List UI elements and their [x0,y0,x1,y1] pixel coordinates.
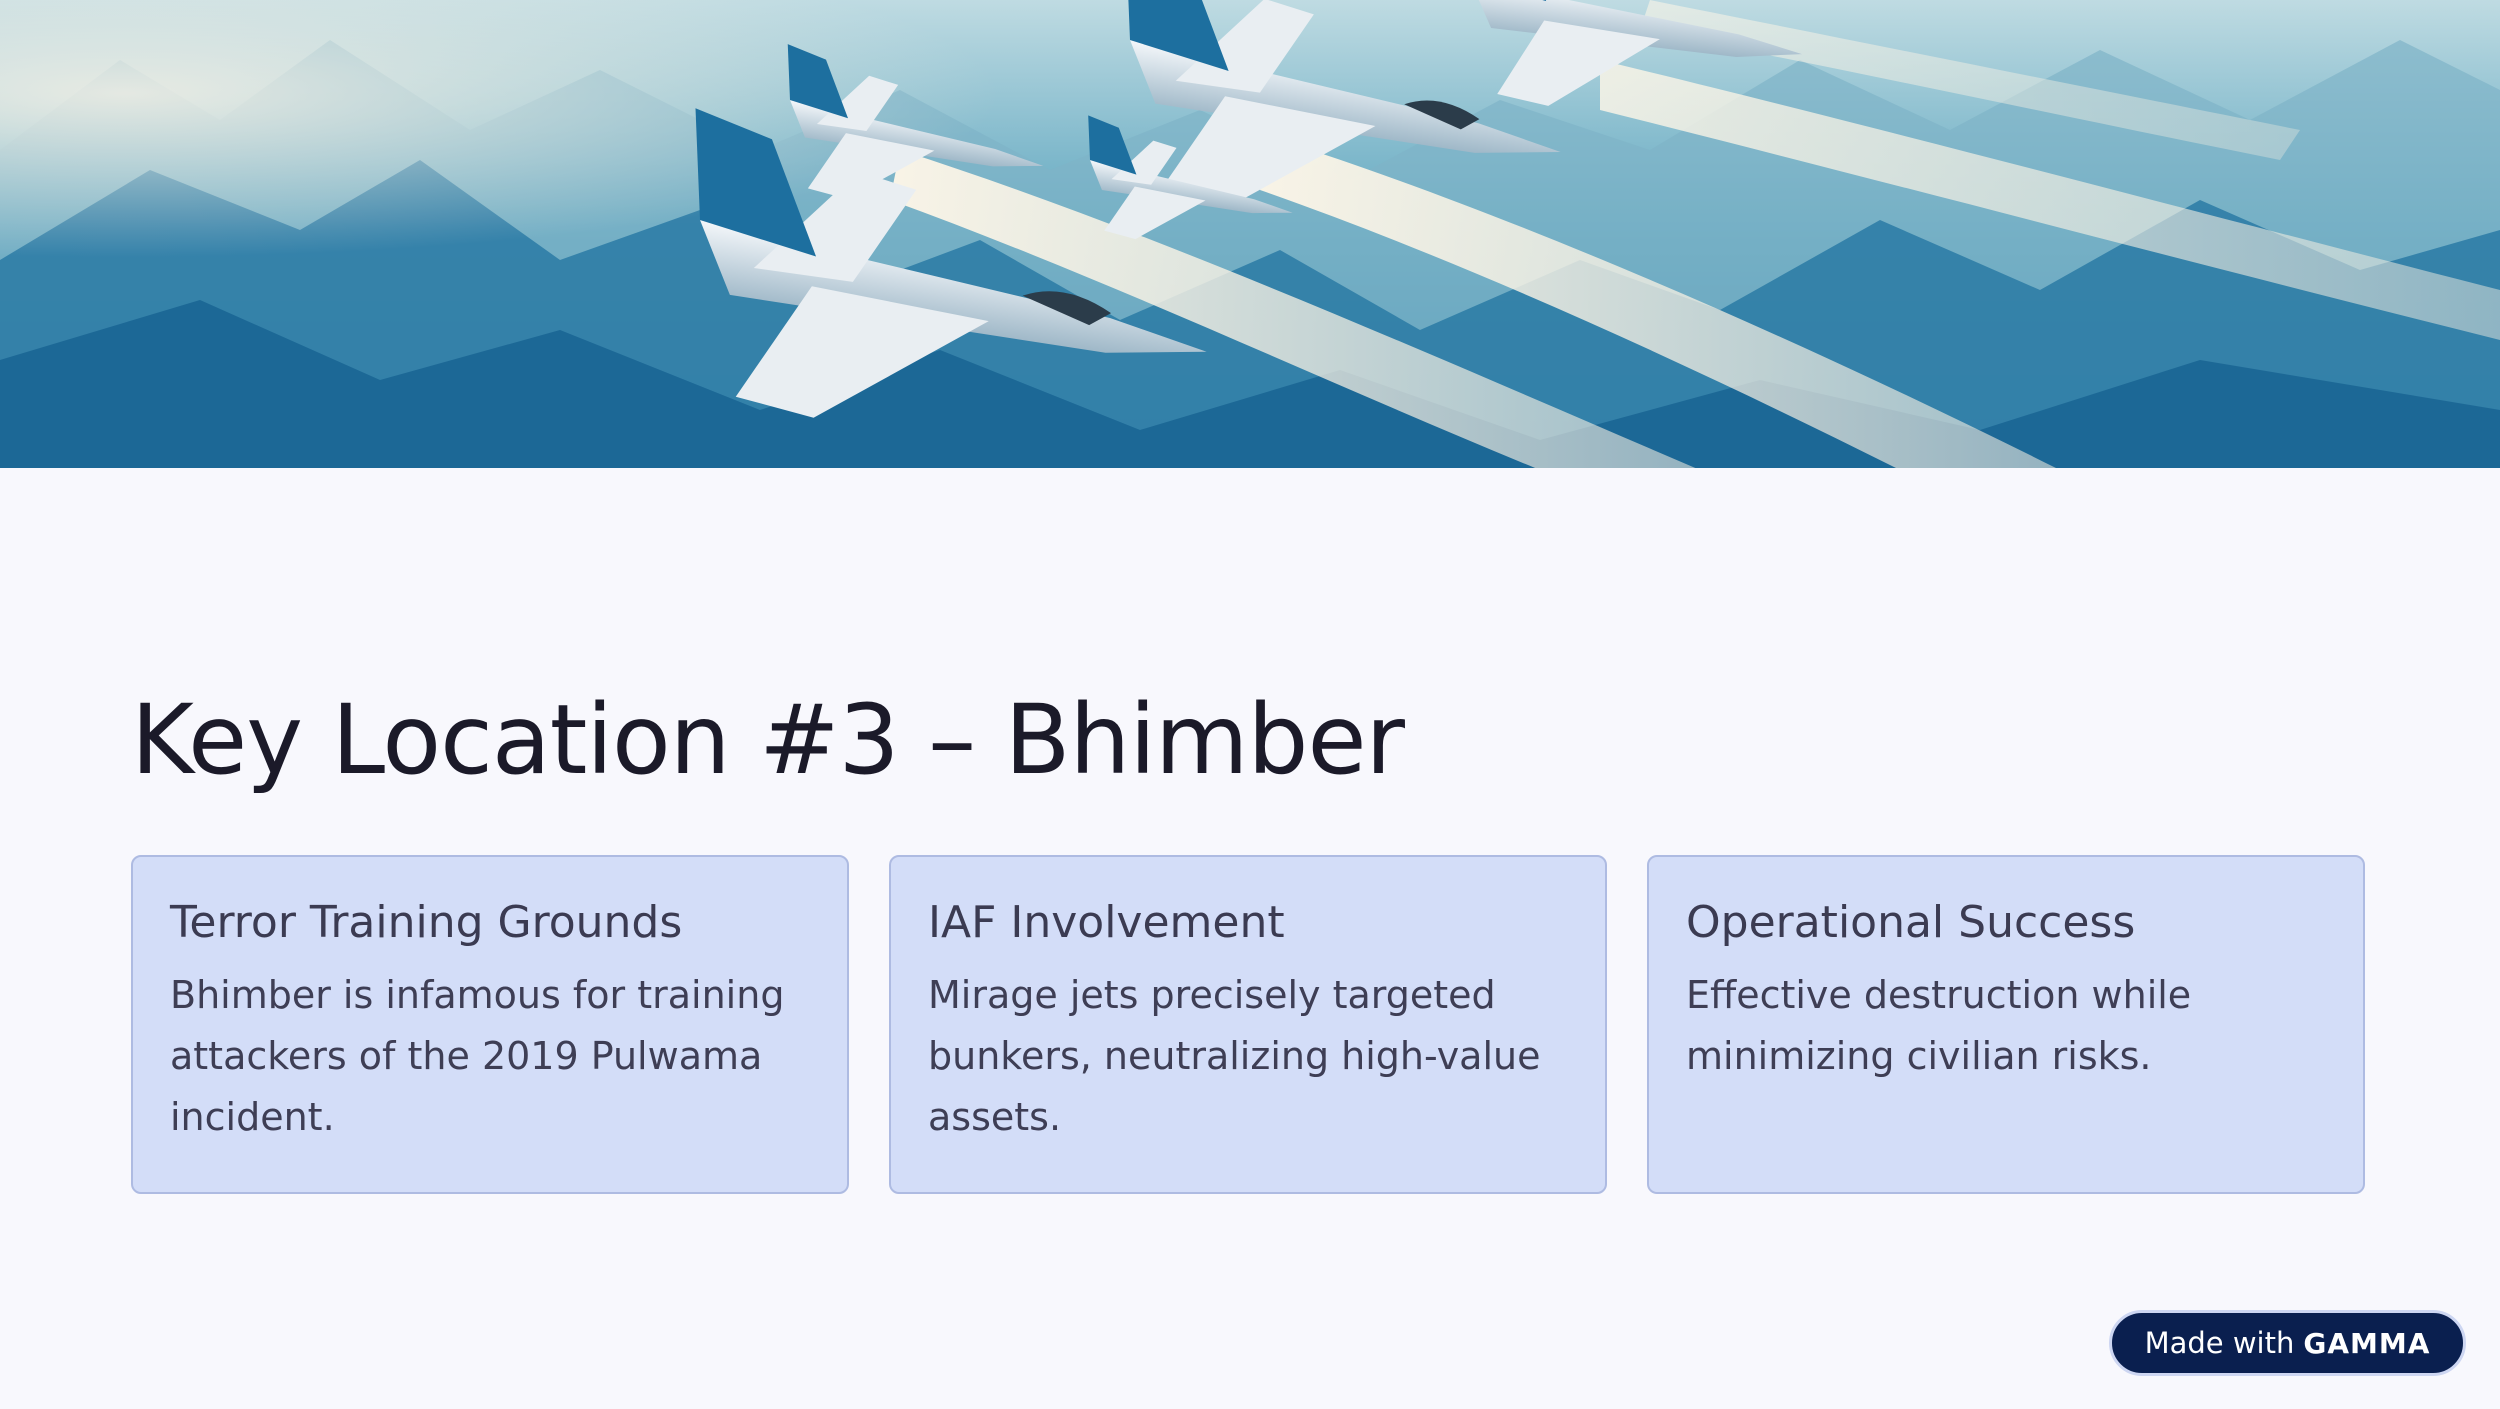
card-terror-training-grounds: Terror Training Grounds Bhimber is infam… [131,855,849,1194]
card-operational-success: Operational Success Effective destructio… [1647,855,2365,1194]
gamma-logo: GAMMA [2303,1326,2431,1360]
badge-prefix: Made with [2144,1326,2295,1360]
card-iaf-involvement: IAF Involvement Mirage jets precisely ta… [889,855,1607,1194]
card-title: Operational Success [1686,897,2136,948]
card-body: Mirage jets precisely targeted bunkers, … [928,973,1541,1139]
card-body: Bhimber is infamous for training attacke… [170,973,785,1139]
card-body: Effective destruction while minimizing c… [1686,973,2192,1078]
card-title: IAF Involvement [928,897,1285,948]
page-title: Key Location #3 – Bhimber [131,684,1405,796]
card-title: Terror Training Grounds [170,897,683,948]
made-with-gamma-badge[interactable]: Made with GAMMA [2109,1310,2466,1376]
hero-image [0,0,2500,468]
info-cards: Terror Training Grounds Bhimber is infam… [131,855,2369,1196]
